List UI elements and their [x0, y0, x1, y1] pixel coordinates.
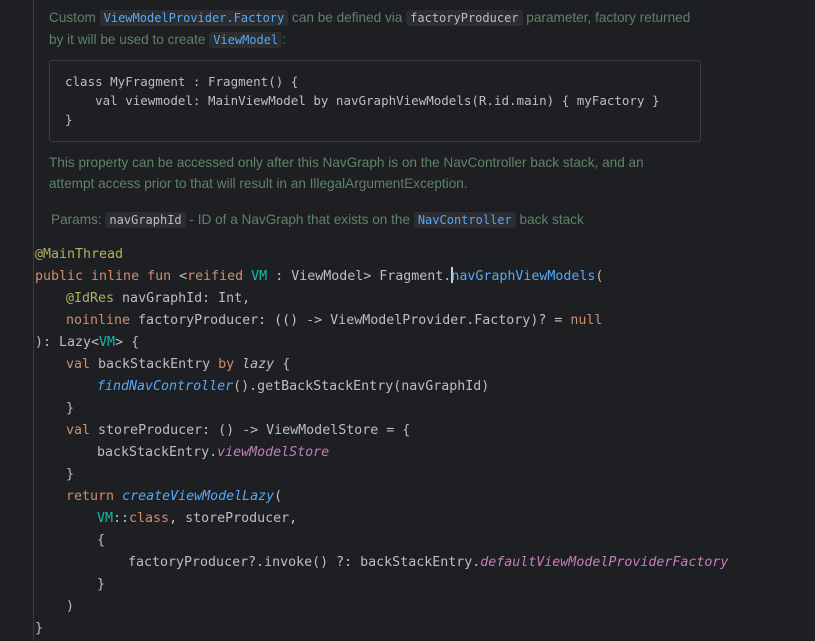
- keyword: by: [218, 357, 235, 372]
- keyword: null: [570, 313, 603, 328]
- code-line: return createViewModelLazy(: [66, 486, 282, 508]
- type-parameter: VM: [97, 511, 114, 526]
- doc-params: Params: navGraphId - ID of a NavGraph th…: [51, 209, 731, 231]
- code-line: factoryProducer?.invoke() ?: backStackEn…: [128, 552, 728, 574]
- code-text: (: [595, 269, 604, 284]
- doc-text: - ID of a NavGraph that exists on the: [185, 212, 414, 227]
- function-name[interactable]: navGraphViewModels: [451, 269, 595, 284]
- code-line: }: [66, 467, 75, 482]
- keyword: public inline fun: [35, 269, 172, 284]
- keyword: val: [66, 423, 91, 438]
- keyword: class: [129, 511, 170, 526]
- code-line: @IdRes navGraphId: Int,: [66, 288, 250, 310]
- code-line: ): [66, 599, 75, 614]
- code-line: val backStackEntry by lazy {: [66, 354, 290, 376]
- code-line: val storeProducer: () -> ViewModelStore …: [66, 420, 410, 442]
- code-text: ): Lazy<: [35, 335, 100, 350]
- code-text: navGraphId: Int,: [114, 291, 251, 306]
- doc-text: back stack: [515, 212, 584, 227]
- code-text: > {: [115, 335, 140, 350]
- function-call: findNavController: [97, 379, 234, 394]
- code-text: : ViewModel> Fragment.: [267, 269, 452, 284]
- type-parameter: VM: [99, 335, 116, 350]
- code-line: }: [35, 621, 44, 636]
- example-line: val viewmodel: MainViewModel by navGraph…: [65, 93, 660, 108]
- keyword: reified: [187, 269, 244, 284]
- code-text: storeProducer: () -> ViewModelStore = {: [90, 423, 411, 438]
- doc-paragraph-factory: Custom ViewModelProvider.Factory can be …: [49, 7, 729, 51]
- code-text: ().getBackStackEntry(navGraphId): [233, 379, 490, 394]
- example-line: class MyFragment : Fragment() {: [65, 74, 299, 89]
- code-text: factoryProducer: (() -> ViewModelProvide…: [130, 313, 571, 328]
- doc-text: :: [282, 32, 286, 47]
- param-navgraphid: navGraphId: [105, 212, 186, 228]
- code-text: , storeProducer,: [169, 511, 298, 526]
- annotation: @IdRes: [66, 291, 115, 306]
- params-label: Params:: [51, 212, 106, 227]
- code-line: findNavController().getBackStackEntry(na…: [97, 376, 489, 398]
- type-parameter: VM: [251, 269, 268, 284]
- doc-paragraph-note: This property can be accessed only after…: [49, 152, 729, 194]
- doc-text: This property can be accessed only after…: [49, 155, 644, 170]
- doc-code-example: class MyFragment : Fragment() { val view…: [49, 60, 701, 142]
- code-text: factoryProducer?.invoke() ?: backStackEn…: [128, 555, 481, 570]
- code-line: public inline fun <reified VM : ViewMode…: [35, 266, 603, 288]
- code-text: {: [274, 357, 291, 372]
- code-line: noinline factoryProducer: (() -> ViewMod…: [66, 310, 602, 332]
- doc-link-viewmodel[interactable]: ViewModel: [209, 32, 283, 48]
- code-text: backStackEntry: [90, 357, 219, 372]
- code-line: @MainThread: [35, 244, 123, 266]
- doc-link-viewmodelprovider-factory[interactable]: ViewModelProvider.Factory: [99, 10, 289, 26]
- code-line: }: [66, 401, 75, 416]
- property: viewModelStore: [217, 445, 330, 460]
- keyword: noinline: [66, 313, 131, 328]
- keyword: return: [66, 489, 115, 504]
- code-text: ::: [113, 511, 130, 526]
- function-call: lazy: [242, 357, 275, 372]
- code-line: backStackEntry.viewModelStore: [97, 442, 329, 464]
- function-call: createViewModelLazy: [122, 489, 275, 504]
- doc-text: attempt access prior to that will result…: [49, 176, 468, 191]
- code-text: <: [171, 269, 188, 284]
- doc-link-navcontroller[interactable]: NavController: [413, 212, 516, 228]
- doc-code-factoryproducer: factoryProducer: [406, 10, 523, 26]
- code-line: {: [97, 533, 106, 548]
- property: defaultViewModelProviderFactory: [480, 555, 729, 570]
- doc-text: Custom: [49, 10, 100, 25]
- code-line: }: [97, 577, 106, 592]
- code-line: ): Lazy<VM> {: [35, 332, 139, 354]
- doc-text: parameter, factory returned: [522, 10, 691, 25]
- doc-text: can be defined via: [288, 10, 407, 25]
- example-line: }: [65, 112, 73, 127]
- annotation: @MainThread: [35, 247, 124, 262]
- doc-text: by it will be used to create: [49, 32, 210, 47]
- keyword: val: [66, 357, 91, 372]
- code-text: backStackEntry.: [97, 445, 218, 460]
- code-text: (: [274, 489, 283, 504]
- code-line: VM::class, storeProducer,: [97, 508, 297, 530]
